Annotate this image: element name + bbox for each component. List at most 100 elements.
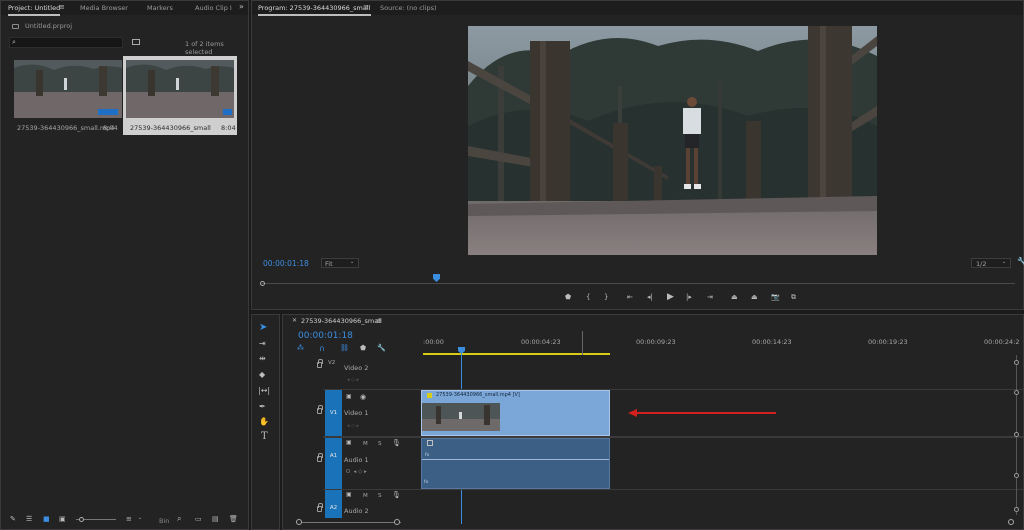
mark-out-icon[interactable]: } <box>604 294 608 301</box>
list-view-icon[interactable]: ☰ <box>26 516 32 523</box>
timeline-timecode[interactable]: 00:00:01:18 <box>298 331 353 341</box>
resolution-dropdown-value: 1/2 <box>976 260 987 268</box>
sequence-tab[interactable]: 27539-364430966_small <box>301 317 382 325</box>
ripple-edit-tool-icon[interactable]: ⇹ <box>259 355 266 363</box>
panel-menu-icon[interactable]: ≡ <box>59 4 65 11</box>
go-to-out-icon[interactable]: ⇥ <box>707 294 713 301</box>
scrub-bar[interactable] <box>260 274 1015 286</box>
step-back-icon[interactable]: ◂| <box>647 294 653 301</box>
mute-button[interactable]: M <box>363 441 368 447</box>
keyframe-nav[interactable]: O. ◂ ◇ ▸ <box>346 469 367 477</box>
zoom-slider[interactable] <box>76 517 116 522</box>
add-marker-icon[interactable]: ⬟ <box>360 345 366 352</box>
program-timecode[interactable]: 00:00:01:18 <box>263 259 309 268</box>
lock-icon[interactable] <box>317 503 323 512</box>
icon-view-icon[interactable]: ■ <box>43 516 50 523</box>
sort-dropdown-icon[interactable]: ⌄ <box>138 516 142 521</box>
timeline-settings-wrench-icon[interactable]: 🔧 <box>377 345 386 352</box>
clip-item-selected[interactable]: 27539-364430966_small 8:04 <box>123 56 237 135</box>
step-forward-icon[interactable]: |▸ <box>686 294 692 301</box>
hand-tool-icon[interactable]: ✋ <box>259 418 269 426</box>
track-select-tool-icon[interactable]: ⇥ <box>259 340 266 348</box>
lock-icon[interactable] <box>317 359 323 368</box>
track-target-a2[interactable]: A2 <box>325 490 342 518</box>
find-icon[interactable]: ⌕ <box>177 515 181 523</box>
lock-icon[interactable] <box>317 405 323 414</box>
chevron-down-icon: ⌄ <box>1002 259 1007 265</box>
clip-item[interactable]: 27539-364430966_small.mp4 8:04 <box>11 59 122 136</box>
wrench-icon[interactable]: 🔧 <box>1017 258 1024 266</box>
snap-magnet-icon[interactable]: ∩ <box>319 345 325 353</box>
tab-source[interactable]: Source: (no clips) <box>380 3 437 14</box>
scrub-playhead[interactable] <box>433 274 440 282</box>
sort-icon[interactable]: ≡ <box>126 516 132 523</box>
sync-lock-icon[interactable]: ▣ <box>346 440 352 446</box>
sync-lock-icon[interactable]: ▣ <box>346 492 352 498</box>
close-icon[interactable]: ✕ <box>292 318 297 324</box>
video-clip-v1[interactable]: 27539-364430966_small.mp4 [V] <box>421 390 610 436</box>
panel-menu-icon[interactable]: ≡ <box>363 4 369 11</box>
keyframe-nav[interactable]: ◂ ◇ ▸ <box>347 423 359 429</box>
tab-media-browser[interactable]: Media Browser <box>80 3 128 14</box>
trash-icon[interactable]: 🗑 <box>229 516 238 523</box>
clip-thumbnail <box>14 60 122 118</box>
pencil-icon[interactable]: ✎ <box>10 516 16 523</box>
microphone-icon[interactable]: 🎙 <box>392 440 401 447</box>
resolution-dropdown[interactable]: 1/2 ⌄ <box>971 258 1011 268</box>
scrub-start-handle[interactable] <box>260 281 265 286</box>
project-bottom-bar: ✎ ☰ ■ ▣ ≡ ⌄ Bin ⌕ ▭ ▤ 🗑 <box>1 513 248 529</box>
eye-icon[interactable]: ◉ <box>360 394 366 401</box>
lift-icon[interactable]: ⏏ <box>731 294 738 301</box>
selection-tool-icon[interactable]: ➤ <box>259 323 267 333</box>
items-selected-count: 1 of 2 items selected <box>185 40 224 56</box>
track-id: V2 <box>328 360 336 366</box>
tab-markers[interactable]: Markers <box>147 3 173 14</box>
timeline-bottom-scroll-handle[interactable] <box>1008 519 1014 525</box>
panel-menu-icon[interactable]: ≡ <box>376 318 382 325</box>
solo-button[interactable]: S <box>378 441 382 447</box>
horizontal-zoom-scrollbar[interactable] <box>296 519 401 525</box>
add-marker-icon[interactable]: ⬟ <box>565 294 571 301</box>
search-input[interactable]: ⌕ <box>9 37 123 48</box>
new-search-bin-icon[interactable] <box>132 39 140 45</box>
monitor-tab-bar: Program: 27539-364430966_small ≡ Source:… <box>252 1 1023 16</box>
audio-clip-a1[interactable]: fx fx <box>421 438 610 489</box>
fit-dropdown[interactable]: Fit ⌄ <box>321 258 359 268</box>
track-target-v1[interactable]: V1 <box>325 390 342 436</box>
video-clip-label: 27539-364430966_small.mp4 [V] <box>436 392 520 398</box>
time-ruler[interactable]: :00:00 00:00:04:23 00:00:09:23 00:00:14:… <box>423 333 1023 355</box>
tab-project[interactable]: Project: Untitled <box>8 3 61 16</box>
clip-thumbnail <box>126 60 234 118</box>
track-name: Audio 1 <box>344 456 369 464</box>
mute-button[interactable]: M <box>363 493 368 499</box>
freeform-view-icon[interactable]: ▣ <box>59 516 66 523</box>
nest-sequence-icon[interactable]: ⁂ <box>297 345 304 352</box>
clip-end-marker <box>582 331 583 355</box>
fx-badge-icon <box>427 393 432 398</box>
tab-program[interactable]: Program: 27539-364430966_small <box>258 3 371 16</box>
comparison-view-icon[interactable]: ⧉ <box>791 294 796 301</box>
slip-tool-icon[interactable]: |↔| <box>258 387 270 395</box>
extract-icon[interactable]: ⏏ <box>751 294 758 301</box>
keyframe-nav[interactable]: ◂ ◇ ▸ <box>347 377 359 383</box>
play-icon[interactable]: ▶ <box>667 293 674 302</box>
microphone-icon[interactable]: 🎙 <box>392 492 401 499</box>
track-target-a1[interactable]: A1 <box>325 438 342 489</box>
lock-icon[interactable] <box>317 453 323 462</box>
sync-lock-icon[interactable]: ▣ <box>346 394 352 400</box>
linked-selection-icon[interactable]: ⛓ <box>340 345 349 352</box>
mark-in-icon[interactable]: { <box>586 294 590 301</box>
razor-tool-icon[interactable]: ◆ <box>259 371 265 379</box>
go-to-in-icon[interactable]: ⇤ <box>627 294 633 301</box>
solo-button[interactable]: S <box>378 493 382 499</box>
project-panel: Project: Untitled ≡ Media Browser Marker… <box>0 0 249 530</box>
overflow-chevron-icon[interactable]: » <box>239 3 244 11</box>
fx-badge-icon: fx <box>424 480 429 485</box>
new-item-icon[interactable]: ▤ <box>212 516 219 523</box>
type-tool-icon[interactable]: T <box>261 432 268 442</box>
vertical-scrollbar[interactable] <box>1014 355 1020 515</box>
export-frame-camera-icon[interactable]: 📷 <box>771 294 780 301</box>
new-bin-icon[interactable]: ▭ <box>195 516 202 523</box>
pen-tool-icon[interactable]: ✒ <box>259 403 266 411</box>
tab-audio-clip-mixer[interactable]: Audio Clip I <box>195 3 232 14</box>
